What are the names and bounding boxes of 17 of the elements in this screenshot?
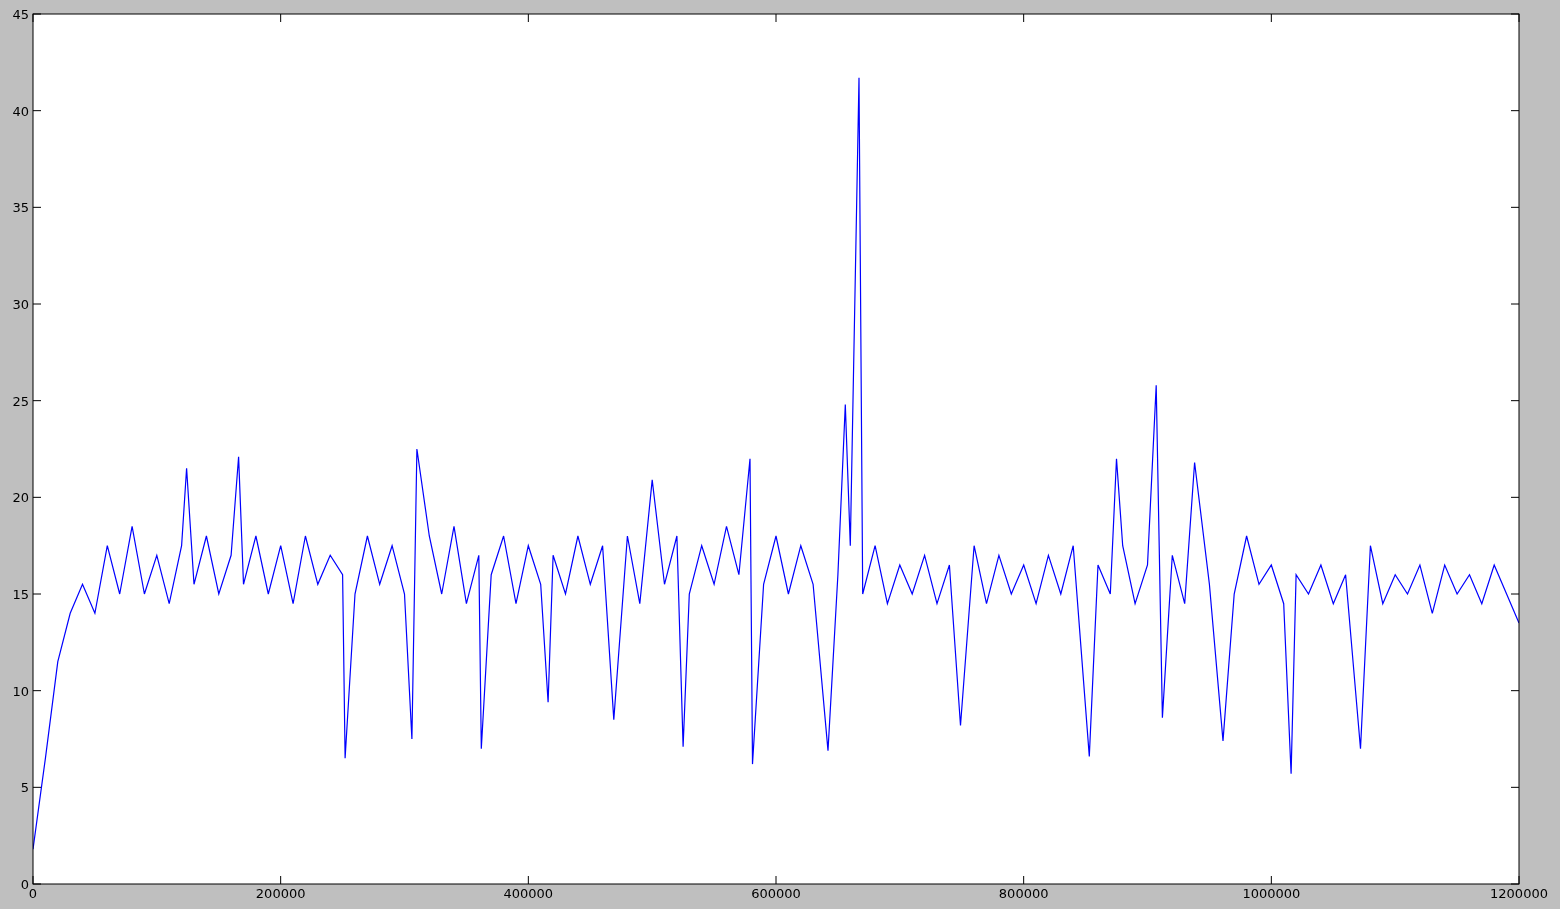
y-tick-label: 25 [12, 393, 29, 409]
y-tick-label: 20 [12, 490, 29, 506]
x-tick-label: 1000000 [1242, 886, 1301, 901]
y-tick-label: 40 [12, 103, 29, 119]
y-tick-label: 15 [12, 587, 29, 602]
x-tick-label: 1200000 [1490, 886, 1548, 901]
x-tick-label: 400000 [503, 886, 554, 901]
y-tick-label: 5 [20, 780, 29, 796]
y-tick-label: 0 [20, 877, 29, 892]
y-tick-label: 30 [12, 297, 29, 312]
x-tick-label: 0 [28, 886, 38, 901]
y-tick-label: 10 [12, 683, 29, 699]
y-tick-label: 35 [12, 200, 29, 216]
x-tick-label: 600000 [751, 886, 801, 901]
x-tick-label: 800000 [998, 886, 1049, 901]
y-tick-label: 45 [12, 7, 29, 22]
x-tick-label: 200000 [255, 886, 306, 901]
